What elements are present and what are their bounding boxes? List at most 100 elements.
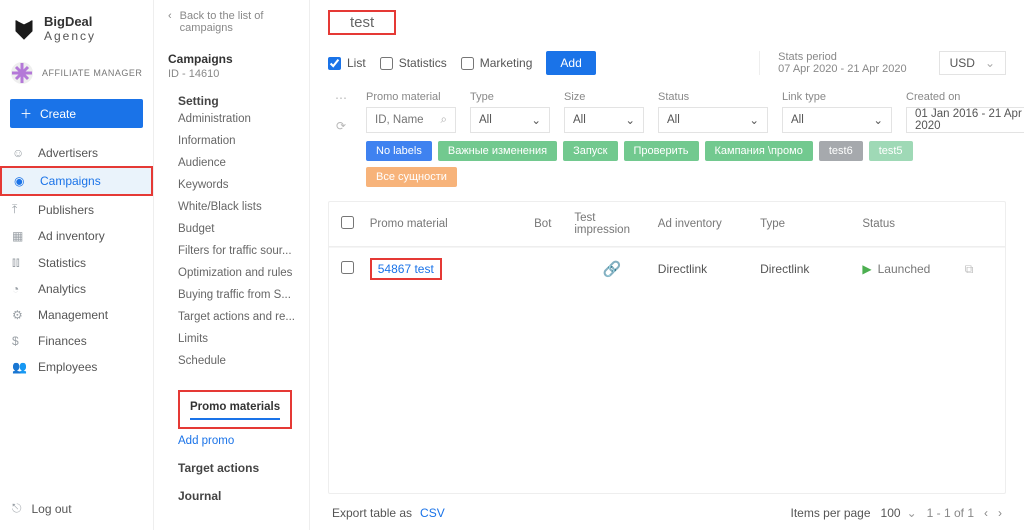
- items-per-page-select[interactable]: 100 ⌄: [881, 506, 917, 520]
- brand-line1: BigDeal: [44, 14, 96, 29]
- subnav-target-actions[interactable]: Target actions: [168, 461, 295, 475]
- th-bot[interactable]: Bot: [519, 218, 566, 230]
- cell-type: Directlink: [760, 262, 854, 276]
- currency-select[interactable]: USD ⌄: [939, 51, 1006, 75]
- subnav-journal[interactable]: Journal: [168, 489, 295, 503]
- chevron-down-icon: ⌄: [907, 506, 917, 520]
- chevron-down-icon: ⌄: [531, 113, 541, 127]
- gear-icon: ⚙: [12, 308, 28, 322]
- subnav-budget[interactable]: Budget: [178, 218, 295, 240]
- sidebar-item-statistics[interactable]: ⫾⫾ Statistics: [0, 249, 153, 276]
- setting-group: Setting: [168, 94, 295, 108]
- campaign-id: ID - 14610: [168, 68, 295, 80]
- subnav-information[interactable]: Information: [178, 130, 295, 152]
- add-promo-link[interactable]: Add promo: [178, 435, 295, 447]
- select-all-checkbox[interactable]: [341, 216, 354, 229]
- brand-line2: Agency: [44, 29, 96, 43]
- sidebar-item-campaigns[interactable]: ◉ Campaigns: [0, 166, 153, 196]
- group-icon: 👥: [12, 360, 28, 374]
- add-button[interactable]: Add: [546, 51, 595, 75]
- chevron-down-icon: ⌄: [985, 56, 995, 70]
- filter-type: Type All⌄: [470, 91, 550, 133]
- sidebar-item-advertisers[interactable]: ☺ Advertisers: [0, 140, 153, 166]
- campaign-subnav: ‹ Back to the list of campaigns Campaign…: [154, 0, 310, 530]
- filter-chip[interactable]: test6: [819, 141, 863, 161]
- back-link[interactable]: ‹ Back to the list of campaigns: [168, 10, 295, 34]
- subnav-buying-traffic[interactable]: Buying traffic from S...: [178, 284, 295, 306]
- subnav-schedule[interactable]: Schedule: [178, 350, 295, 372]
- created-date-select[interactable]: 01 Jan 2016 - 21 Apr 2020⌄: [906, 107, 1024, 133]
- filter-chip[interactable]: Кампания \промо: [705, 141, 813, 161]
- sidebar-item-analytics[interactable]: ◔ Analytics: [0, 276, 153, 302]
- filter-link-type: Link type All⌄: [782, 91, 892, 133]
- sidebar-item-ad-inventory[interactable]: ▦ Ad inventory: [0, 223, 153, 249]
- subnav-traffic-filters[interactable]: Filters for traffic sour...: [178, 240, 295, 262]
- create-button[interactable]: ＋ Create: [10, 99, 143, 128]
- export-label: Export table as: [332, 506, 412, 520]
- link-icon[interactable]: 🔗: [603, 261, 622, 278]
- type-select[interactable]: All⌄: [470, 107, 550, 133]
- logout-button[interactable]: ⎋ Log out: [0, 487, 153, 530]
- more-horizontal-icon[interactable]: ⋯: [335, 91, 347, 105]
- page-next-button[interactable]: ›: [998, 506, 1002, 520]
- filter-size: Size All⌄: [564, 91, 644, 133]
- filter-chip[interactable]: No labels: [366, 141, 432, 161]
- promo-link[interactable]: 54867 test: [378, 262, 434, 276]
- manager-label: AFFILIATE MANAGER: [42, 68, 142, 78]
- copy-icon[interactable]: ⧉: [965, 262, 974, 276]
- filter-chip[interactable]: Все сущности: [366, 167, 457, 187]
- page-title: test: [328, 10, 396, 35]
- filter-chip[interactable]: test5: [869, 141, 913, 161]
- dollar-icon: $: [12, 334, 28, 348]
- search-icon: ⌕: [441, 114, 447, 127]
- view-marketing-check[interactable]: Marketing: [461, 56, 533, 70]
- filter-chip[interactable]: Важные изменения: [438, 141, 557, 161]
- chevron-left-icon: ‹: [168, 10, 172, 22]
- filter-chip[interactable]: Запуск: [563, 141, 617, 161]
- upload-icon: ⤒: [12, 202, 28, 217]
- view-statistics-check[interactable]: Statistics: [380, 56, 447, 70]
- filter-chip[interactable]: Проверить: [624, 141, 699, 161]
- cell-ad-inventory: Directlink: [658, 262, 752, 276]
- th-test-impression[interactable]: Test impression: [574, 212, 649, 236]
- subnav-promo-materials[interactable]: Promo materials: [190, 396, 280, 420]
- sidebar-item-publishers[interactable]: ⤒ Publishers: [0, 196, 153, 223]
- view-list-check[interactable]: List: [328, 56, 366, 70]
- bars-icon: ⫾⫾: [12, 255, 28, 270]
- chevron-down-icon: ⌄: [749, 113, 759, 127]
- export-csv-link[interactable]: CSV: [420, 506, 445, 520]
- row-checkbox[interactable]: [341, 261, 354, 274]
- sidebar-item-finances[interactable]: $ Finances: [0, 328, 153, 354]
- filter-promo-material: Promo material ⌕: [366, 91, 456, 133]
- logout-icon: ⎋: [12, 501, 22, 516]
- page-prev-button[interactable]: ‹: [984, 506, 988, 520]
- stats-period[interactable]: Stats period 07 Apr 2020 - 21 Apr 2020: [759, 51, 906, 75]
- th-promo-material[interactable]: Promo material: [370, 218, 511, 230]
- th-type[interactable]: Type: [760, 218, 854, 230]
- promo-material-search-input[interactable]: [375, 114, 435, 126]
- refresh-icon[interactable]: ⟳: [336, 119, 346, 133]
- items-per-page-label: Items per page: [790, 506, 870, 520]
- subnav-limits[interactable]: Limits: [178, 328, 295, 350]
- sidebar-item-employees[interactable]: 👥 Employees: [0, 354, 153, 380]
- subnav-optimization[interactable]: Optimization and rules: [178, 262, 295, 284]
- promo-table: Promo material Bot Test impression Ad in…: [328, 201, 1006, 494]
- affiliate-manager-row[interactable]: AFFILIATE MANAGER: [0, 57, 153, 93]
- subnav-administration[interactable]: Administration: [178, 108, 295, 130]
- play-circle-icon: ◉: [14, 174, 30, 188]
- link-type-select[interactable]: All⌄: [782, 107, 892, 133]
- status-select[interactable]: All⌄: [658, 107, 768, 133]
- filter-created: Created on 01 Jan 2016 - 21 Apr 2020⌄: [906, 91, 1024, 133]
- subnav-white-black-lists[interactable]: White/Black lists: [178, 196, 295, 218]
- th-status[interactable]: Status: [862, 218, 956, 230]
- subnav-audience[interactable]: Audience: [178, 152, 295, 174]
- subnav-target-actions-re[interactable]: Target actions and re...: [178, 306, 295, 328]
- person-icon: ☺: [12, 146, 28, 160]
- plus-icon: ＋: [20, 105, 32, 122]
- th-ad-inventory[interactable]: Ad inventory: [658, 218, 752, 230]
- left-sidebar: BigDeal Agency AFFILIATE MANAGER ＋ Creat…: [0, 0, 154, 530]
- sidebar-item-management[interactable]: ⚙ Management: [0, 302, 153, 328]
- subnav-keywords[interactable]: Keywords: [178, 174, 295, 196]
- size-select[interactable]: All⌄: [564, 107, 644, 133]
- cell-status: ▶Launched: [862, 262, 956, 276]
